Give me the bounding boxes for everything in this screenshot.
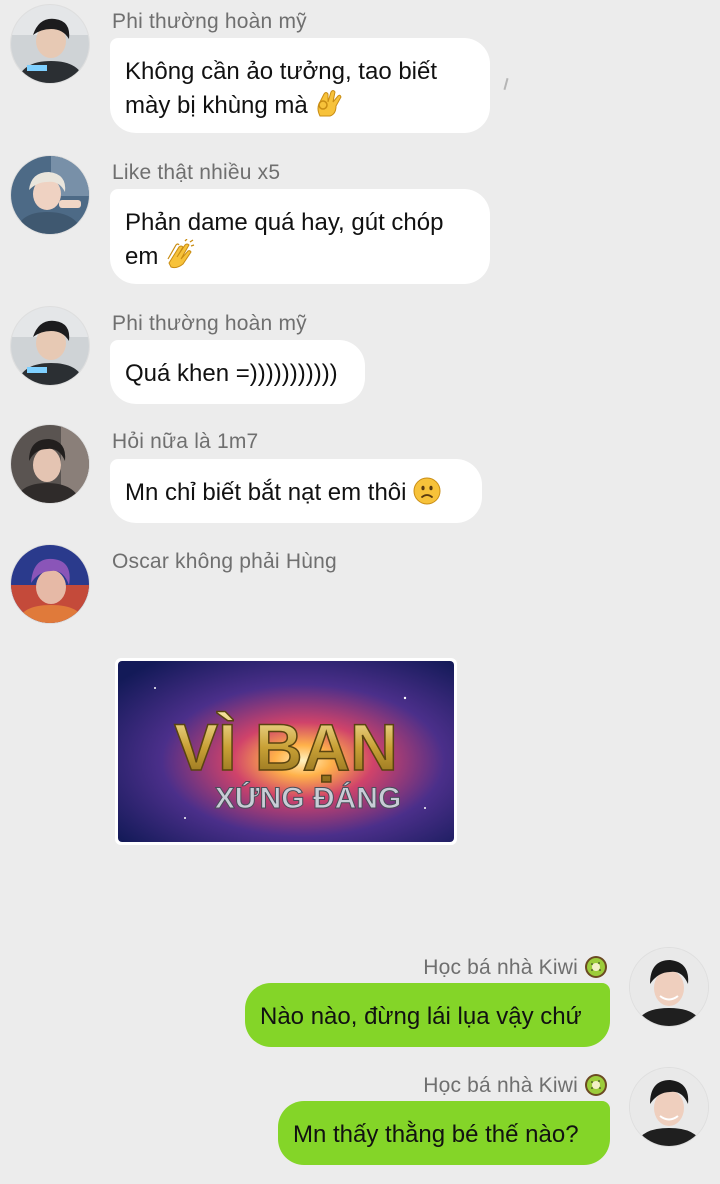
message-text-line: mày bị khùng mà: [125, 88, 474, 127]
avatar-image: [11, 425, 89, 503]
my-message-bubble[interactable]: Mn thấy thằng bé thế nào?: [278, 1101, 610, 1165]
vi-ban-xung-dang-image: VÌ BẠN XỨNG ĐÁNG: [118, 661, 454, 842]
message-text: Mn chỉ biết bắt nạt em thôi: [125, 476, 466, 514]
message-bubble[interactable]: Mn chỉ biết bắt nạt em thôi: [110, 459, 482, 523]
message-text: Quá khen =))))))))))): [125, 360, 338, 387]
sender-name: Oscar không phải Hùng: [112, 550, 337, 573]
image-title-text: VÌ BẠN: [174, 710, 398, 784]
avatar-image: [11, 156, 89, 234]
message-bubble[interactable]: Quá khen =))))))))))): [110, 340, 365, 404]
slightly-frowning-face-emoji-icon: [413, 477, 441, 514]
avatar-phi-thuong-hoan-my[interactable]: [11, 5, 89, 83]
avatar-image: [630, 1068, 708, 1146]
image-message[interactable]: VÌ BẠN XỨNG ĐÁNG: [115, 658, 457, 845]
message-bubble[interactable]: Không cần ảo tưởng, tao biết mày bị khùn…: [110, 38, 490, 133]
message-text: Mn thấy thằng bé thế nào?: [293, 1121, 579, 1148]
sender-name: Học bá nhà Kiwi: [423, 955, 608, 985]
avatar-image: [11, 307, 89, 385]
chat-conversation: Phi thường hoàn mỹ Không cần ảo tưởng, t…: [0, 0, 720, 1184]
avatar-like-that-nhieu[interactable]: [11, 156, 89, 234]
sender-name: Like thật nhiều x5: [112, 161, 281, 184]
message-bubble[interactable]: Phản dame quá hay, gút chóp em: [110, 189, 490, 284]
image-subtitle-text: XỨNG ĐÁNG: [215, 781, 402, 815]
avatar-hoi-nua-la-1m7[interactable]: [11, 425, 89, 503]
message-text-line: Không cần ảo tưởng, tao biết: [125, 58, 438, 85]
message-text: Nào nào, đừng lái lụa vậy chứ: [260, 1003, 582, 1030]
sender-name: Phi thường hoàn mỹ: [112, 312, 307, 335]
sender-name: Hỏi nữa là 1m7: [112, 430, 259, 453]
clapping-hands-emoji-icon: [165, 238, 195, 278]
ok-hand-emoji-icon: [314, 88, 342, 127]
kiwi-emoji-icon: [584, 955, 608, 985]
avatar-hoc-ba-nha-kiwi[interactable]: [630, 1068, 708, 1146]
kiwi-emoji-icon: [584, 1073, 608, 1103]
message-text-line: em: [125, 238, 474, 278]
avatar-image: [11, 5, 89, 83]
avatar-hoc-ba-nha-kiwi[interactable]: [630, 948, 708, 1026]
avatar-phi-thuong-hoan-my[interactable]: [11, 307, 89, 385]
avatar-image: [630, 948, 708, 1026]
message-text-line: Phản dame quá hay, gút chóp: [125, 209, 444, 236]
avatar-image: [11, 545, 89, 623]
avatar-oscar-khong-phai-hung[interactable]: [11, 545, 89, 623]
sender-name: Phi thường hoàn mỹ: [112, 10, 307, 33]
sender-name: Học bá nhà Kiwi: [423, 1073, 608, 1103]
stray-mark: [503, 77, 509, 91]
my-message-bubble[interactable]: Nào nào, đừng lái lụa vậy chứ: [245, 983, 610, 1047]
